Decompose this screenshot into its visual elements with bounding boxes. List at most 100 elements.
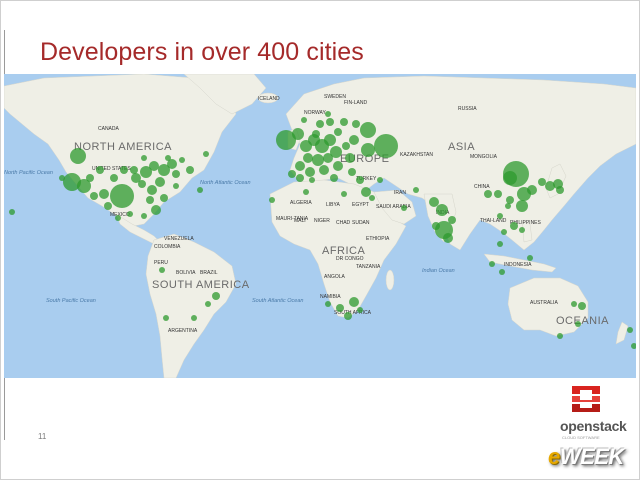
city-marker [296, 174, 304, 182]
label-niger: NIGER [314, 218, 330, 224]
city-marker [163, 315, 169, 321]
label-china: CHINA [474, 184, 490, 190]
city-marker [138, 180, 146, 188]
label-south-america: SOUTH AMERICA [152, 279, 250, 291]
city-marker [165, 155, 171, 161]
page-number: 11 [38, 432, 47, 441]
label-sudan: SUDAN [352, 220, 370, 226]
label-dr-congo: DR CONGO [336, 256, 364, 262]
city-marker [342, 142, 350, 150]
city-marker [90, 192, 98, 200]
city-marker [357, 307, 363, 313]
city-marker [503, 161, 529, 187]
city-marker [146, 196, 154, 204]
label-finland: FIN-LAND [344, 100, 367, 106]
city-marker [269, 197, 275, 203]
city-marker [186, 166, 194, 174]
city-marker [179, 157, 185, 163]
city-marker [369, 195, 375, 201]
label-namibia: NAMIBIA [320, 294, 341, 300]
city-marker [197, 187, 203, 193]
openstack-logo-text: openstack [560, 418, 627, 434]
label-norway: NORWAY [304, 110, 327, 116]
city-marker [205, 301, 211, 307]
city-marker [527, 185, 537, 195]
city-marker [377, 177, 383, 183]
city-marker [151, 205, 161, 215]
city-marker [571, 301, 577, 307]
city-marker [292, 128, 304, 140]
city-marker [110, 184, 134, 208]
city-marker [429, 197, 439, 207]
city-marker [489, 261, 495, 267]
city-marker [519, 227, 525, 233]
city-marker [316, 120, 324, 128]
city-marker [330, 174, 338, 182]
world-map-svg: NORTH AMERICA SOUTH AMERICA ASIA AFRICA … [4, 74, 636, 378]
city-marker [556, 186, 564, 194]
city-marker [448, 216, 456, 224]
city-marker [96, 166, 104, 174]
city-marker [99, 189, 109, 199]
openstack-logo-icon [572, 386, 600, 412]
city-marker [341, 191, 347, 197]
city-marker [527, 255, 533, 261]
city-marker [172, 170, 180, 178]
city-marker [349, 297, 359, 307]
city-marker [501, 229, 507, 235]
city-marker [516, 200, 528, 212]
label-south-atlantic: South Atlantic Ocean [252, 298, 303, 304]
city-marker [9, 209, 15, 215]
label-north-america: NORTH AMERICA [74, 141, 172, 153]
label-indonesia: INDONESIA [504, 262, 532, 268]
label-argentina: ARGENTINA [168, 328, 198, 334]
city-marker [303, 189, 309, 195]
city-marker [70, 148, 86, 164]
city-marker [104, 202, 112, 210]
city-marker [374, 134, 398, 158]
label-north-pacific: North Pacific Ocean [4, 170, 53, 176]
city-marker [499, 269, 505, 275]
label-north-atlantic: North Atlantic Ocean [200, 180, 251, 186]
eweek-watermark: eWEEK [548, 444, 624, 469]
city-marker [141, 213, 147, 219]
city-marker [159, 267, 165, 273]
label-colombia: COLOMBIA [154, 244, 181, 250]
label-peru: PERU [154, 260, 168, 266]
city-marker [494, 190, 502, 198]
city-marker [334, 128, 342, 136]
city-marker [348, 168, 356, 176]
label-thailand: THAI-LAND [480, 218, 507, 224]
city-marker [497, 213, 503, 219]
city-marker [130, 166, 138, 174]
city-marker [506, 196, 514, 204]
city-marker [557, 333, 563, 339]
label-russia: RUSSIA [458, 106, 477, 112]
label-brazil: BRAZIL [200, 270, 218, 276]
city-marker [575, 321, 581, 327]
city-marker [324, 134, 336, 146]
openstack-logo: openstack CLOUD SOFTWARE [556, 382, 627, 442]
city-marker [312, 130, 320, 138]
label-egypt: EGYPT [352, 202, 369, 208]
city-marker [212, 292, 220, 300]
city-marker [155, 177, 165, 187]
city-marker [510, 222, 518, 230]
label-iran: IRAN [394, 190, 406, 196]
city-marker [147, 185, 157, 195]
city-marker [191, 315, 197, 321]
city-marker [497, 241, 503, 247]
slide-title: Developers in over 400 cities [40, 38, 364, 66]
city-marker [59, 175, 65, 181]
city-marker [295, 161, 305, 171]
label-asia: ASIA [448, 141, 475, 153]
city-marker [319, 165, 329, 175]
city-marker [333, 161, 343, 171]
city-marker [361, 187, 371, 197]
city-marker [160, 194, 168, 202]
label-angola: ANGOLA [324, 274, 346, 280]
city-marker [326, 118, 334, 126]
city-marker [413, 187, 419, 193]
city-marker [401, 205, 407, 211]
city-marker [120, 166, 128, 174]
